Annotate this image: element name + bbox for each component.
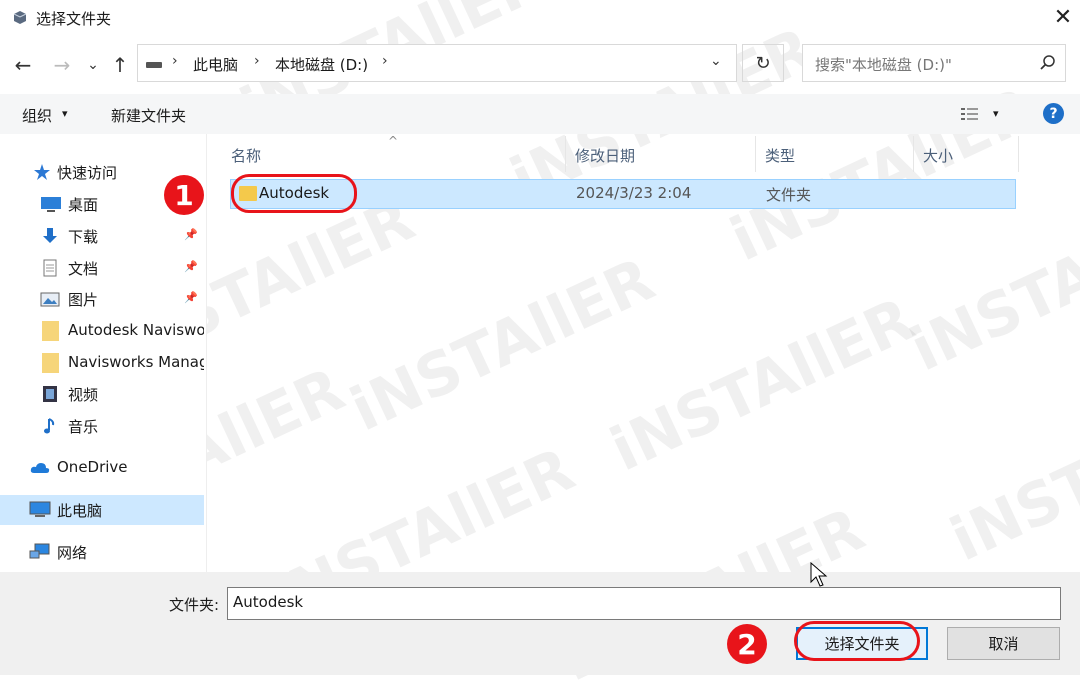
sidebar-item-navisworks-manage[interactable]: Navisworks Manage [0, 348, 204, 378]
sidebar-item-network[interactable]: 网络 [0, 537, 204, 567]
search-placeholder: 搜索"本地磁盘 (D:)" [815, 56, 952, 74]
app-icon [13, 11, 27, 24]
video-icon [43, 386, 57, 402]
view-caret-icon[interactable]: ▾ [993, 107, 999, 120]
watermark: iNSTAllER [900, 184, 1080, 386]
pin-icon[interactable]: 📌 [184, 260, 198, 273]
folder-field-label: 文件夹: [169, 596, 220, 614]
breadcrumb-separator: › [172, 53, 178, 69]
sidebar-item-label: 下载 [68, 228, 99, 246]
column-divider[interactable] [565, 136, 566, 172]
desktop-icon [41, 197, 61, 212]
breadcrumb-separator: › [254, 53, 260, 69]
column-header-name[interactable]: 名称 [231, 145, 261, 166]
forward-button[interactable]: → [49, 52, 75, 78]
computer-icon [29, 501, 51, 517]
column-divider[interactable] [913, 136, 914, 172]
sort-ascending-icon: ^ [388, 134, 399, 148]
document-icon [43, 259, 57, 277]
pin-icon[interactable]: 📌 [184, 228, 198, 241]
column-header-type[interactable]: 类型 [765, 145, 795, 166]
sidebar-item-label: 视频 [68, 386, 99, 404]
help-icon[interactable]: ? [1043, 103, 1064, 124]
address-dropdown-icon[interactable]: ⌄ [710, 53, 722, 69]
breadcrumb-drive-d[interactable]: 本地磁盘 (D:) [275, 54, 368, 75]
music-icon [44, 418, 55, 434]
watermark: iNSTAllER [940, 374, 1080, 576]
star-icon [34, 164, 50, 180]
column-header-size[interactable]: 大小 [923, 145, 953, 166]
sidebar-item-label: Autodesk Navisworks [68, 321, 204, 339]
sidebar-item-music[interactable]: 音乐 [0, 411, 204, 441]
back-button[interactable]: ← [10, 52, 36, 78]
search-box[interactable]: 搜索"本地磁盘 (D:)" [802, 44, 1066, 82]
view-options-icon[interactable] [960, 106, 980, 122]
network-icon [29, 543, 50, 559]
address-bar[interactable]: › 此电脑 › 本地磁盘 (D:) › ⌄ [137, 44, 737, 82]
folder-name-input[interactable]: Autodesk [227, 587, 1061, 620]
organize-menu[interactable]: 组织 [22, 105, 52, 126]
sidebar-item-label: 桌面 [68, 196, 99, 214]
sidebar-item-this-pc[interactable]: 此电脑 [0, 495, 204, 525]
sidebar-item-autodesk-navisworks[interactable]: Autodesk Navisworks [0, 316, 204, 346]
sidebar-item-label: 文档 [68, 260, 99, 278]
sidebar-item-label: OneDrive [57, 458, 128, 476]
breadcrumb-separator: › [382, 53, 388, 69]
column-divider[interactable] [1018, 136, 1019, 172]
sidebar-item-onedrive[interactable]: OneDrive [0, 453, 204, 483]
search-icon[interactable] [1039, 54, 1057, 72]
bottom-panel: 文件夹: Autodesk 选择文件夹 取消 [0, 572, 1080, 675]
column-header-row: ^ 名称 修改日期 类型 大小 [218, 134, 1020, 172]
drive-icon [146, 62, 162, 68]
mouse-cursor-icon [810, 562, 828, 587]
new-folder-button[interactable]: 新建文件夹 [111, 105, 186, 126]
watermark: iNSTAllER [600, 284, 925, 486]
cancel-button[interactable]: 取消 [947, 627, 1060, 660]
sidebar-item-label: 音乐 [68, 418, 99, 436]
column-header-modified[interactable]: 修改日期 [575, 145, 635, 166]
recent-locations-button[interactable]: ⌄ [80, 52, 106, 78]
folder-icon [42, 321, 59, 341]
folder-name-value: Autodesk [233, 593, 304, 611]
command-bar: 组织 ▾ 新建文件夹 ▾ [0, 94, 1080, 134]
cloud-icon [30, 463, 50, 473]
file-modified-date: 2024/3/23 2:04 [576, 184, 692, 202]
close-button[interactable]: ✕ [1046, 0, 1080, 34]
refresh-button[interactable]: ↻ [742, 44, 784, 82]
folder-icon [42, 353, 59, 373]
sidebar-item-label: 网络 [57, 544, 88, 562]
breadcrumb-this-pc[interactable]: 此电脑 [193, 54, 238, 75]
up-button[interactable]: ↑ [107, 52, 133, 78]
organize-caret-icon[interactable]: ▾ [62, 107, 68, 120]
step-2-badge: 2 [727, 624, 767, 664]
sidebar-item-label: 快速访问 [57, 164, 118, 182]
step-1-badge: 1 [164, 175, 204, 215]
highlight-ring [231, 174, 357, 213]
picture-icon [40, 292, 60, 307]
window-title: 选择文件夹 [36, 10, 112, 28]
sidebar-item-videos[interactable]: 视频 [0, 379, 204, 409]
highlight-ring [794, 621, 920, 661]
download-icon [43, 228, 57, 243]
sidebar-item-label: Navisworks Manage [68, 353, 204, 371]
sidebar-item-label: 图片 [68, 291, 99, 309]
title-bar: 选择文件夹 ✕ [0, 0, 1080, 34]
file-type: 文件夹 [766, 186, 812, 204]
sidebar-item-documents[interactable]: 文档 📌 [0, 253, 204, 283]
pin-icon[interactable]: 📌 [184, 291, 198, 304]
sidebar-item-pictures[interactable]: 图片 📌 [0, 284, 204, 314]
watermark: iNSTAllER [340, 244, 665, 446]
sidebar-item-label: 此电脑 [57, 502, 103, 520]
column-divider[interactable] [755, 136, 756, 172]
sidebar-item-downloads[interactable]: 下载 📌 [0, 221, 204, 251]
